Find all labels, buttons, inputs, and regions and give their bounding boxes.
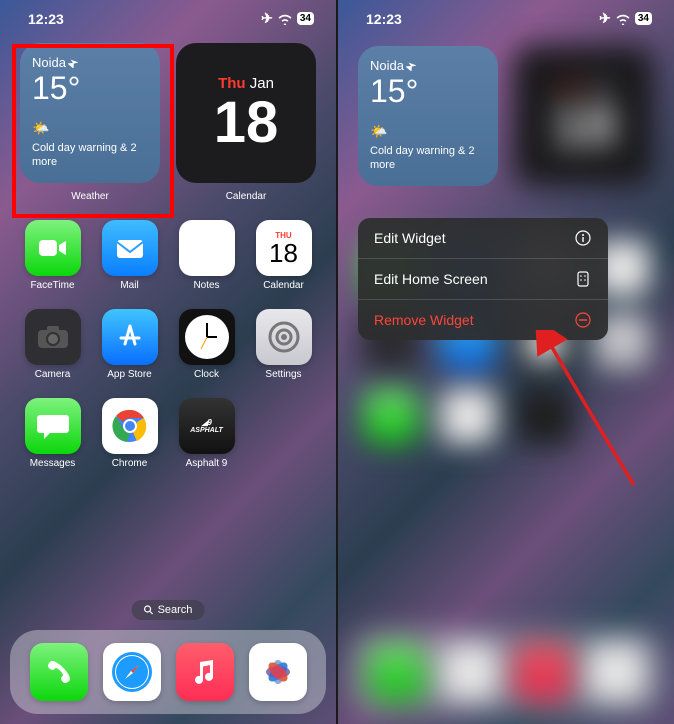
weather-warning: Cold day warning & 2 more bbox=[32, 141, 148, 170]
home-screen-right: Thu Jan 18 12:23 ✈︎ bbox=[338, 0, 674, 724]
weather-temp: 15° bbox=[32, 72, 148, 104]
airplane-icon: ✈︎ bbox=[261, 10, 273, 27]
calendar-dow: Thu bbox=[218, 75, 246, 92]
dock-music[interactable] bbox=[176, 643, 234, 701]
remove-icon bbox=[574, 312, 592, 328]
location-arrow-icon bbox=[68, 58, 78, 68]
dock-phone[interactable] bbox=[30, 643, 88, 701]
app-mail[interactable]: Mail bbox=[97, 220, 162, 291]
calendar-widget-label: Calendar bbox=[176, 191, 316, 202]
dock-safari[interactable] bbox=[103, 643, 161, 701]
battery-level: 34 bbox=[297, 12, 314, 25]
status-time: 12:23 bbox=[28, 11, 64, 27]
calendar-widget[interactable]: Thu Jan 18 bbox=[176, 43, 316, 183]
menu-edit-widget[interactable]: Edit Widget bbox=[358, 218, 608, 259]
phone-frame-icon bbox=[574, 271, 592, 287]
app-settings[interactable]: Settings bbox=[251, 309, 316, 380]
menu-remove-widget[interactable]: Remove Widget bbox=[358, 300, 608, 340]
search-icon bbox=[144, 605, 154, 615]
status-time: 12:23 bbox=[366, 11, 402, 27]
app-asphalt[interactable]: ◢9ASPHALTAsphalt 9 bbox=[174, 398, 239, 469]
weather-widget-focused[interactable]: Noida 15° 🌤️ Cold day warning & 2 more bbox=[358, 46, 498, 186]
home-screen-left: 12:23 ✈︎ 34 Noida 15° 🌤️ Cold day warnin… bbox=[0, 0, 336, 724]
weather-condition-icon: 🌤️ bbox=[370, 123, 486, 140]
search-button[interactable]: Search bbox=[132, 600, 205, 620]
app-calendar[interactable]: THU18Calendar bbox=[251, 220, 316, 291]
widget-context-menu: Edit Widget Edit Home Screen Remove Widg… bbox=[358, 218, 608, 340]
dock bbox=[10, 630, 326, 714]
app-camera[interactable]: Camera bbox=[20, 309, 85, 380]
calendar-day: 18 bbox=[214, 94, 279, 152]
app-clock[interactable]: Clock bbox=[174, 309, 239, 380]
weather-widget-label: Weather bbox=[20, 191, 160, 202]
location-arrow-icon bbox=[406, 61, 416, 71]
dock-photos[interactable] bbox=[249, 643, 307, 701]
weather-location: Noida bbox=[32, 55, 66, 70]
status-bar: 12:23 ✈︎ 34 bbox=[0, 0, 336, 31]
app-notes[interactable]: Notes bbox=[174, 220, 239, 291]
app-appstore[interactable]: App Store bbox=[97, 309, 162, 380]
weather-widget[interactable]: Noida 15° 🌤️ Cold day warning & 2 more bbox=[20, 43, 160, 183]
menu-edit-home-screen[interactable]: Edit Home Screen bbox=[358, 259, 608, 300]
app-chrome[interactable]: Chrome bbox=[97, 398, 162, 469]
airplane-icon: ✈︎ bbox=[599, 10, 611, 27]
status-bar: 12:23 ✈︎ 34 bbox=[338, 0, 674, 31]
app-facetime[interactable]: FaceTime bbox=[20, 220, 85, 291]
calendar-month: Jan bbox=[250, 75, 274, 92]
battery-level: 34 bbox=[635, 12, 652, 25]
wifi-icon bbox=[277, 13, 293, 25]
info-icon bbox=[574, 230, 592, 246]
wifi-icon bbox=[615, 13, 631, 25]
app-messages[interactable]: Messages bbox=[20, 398, 85, 469]
weather-condition-icon: 🌤️ bbox=[32, 120, 148, 137]
